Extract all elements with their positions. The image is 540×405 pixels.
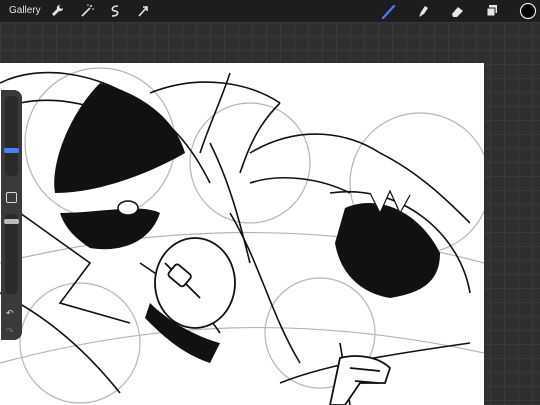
redo-icon[interactable]: ↷ [6,326,14,337]
magic-wand-icon[interactable] [79,3,95,19]
layers-icon[interactable] [484,3,500,19]
smudge-icon[interactable] [414,3,430,19]
brush-sidebar: ↶ ↷ [1,90,22,340]
color-picker-button[interactable] [519,2,537,20]
drawing-canvas[interactable] [0,63,484,405]
brush-size-thumb[interactable] [4,148,19,153]
brush-icon[interactable] [381,3,397,19]
selection-icon[interactable] [107,3,123,19]
undo-icon[interactable]: ↶ [6,308,14,319]
transform-arrow-icon[interactable] [135,3,151,19]
top-toolbar: Gallery [0,0,540,22]
opacity-slider[interactable] [5,214,18,294]
brush-size-slider[interactable] [5,96,18,176]
gallery-button[interactable]: Gallery [9,5,41,16]
opacity-thumb[interactable] [4,219,19,224]
eraser-icon[interactable] [449,3,465,19]
modify-button[interactable] [6,192,17,203]
sketch-artwork [0,67,484,405]
wrench-icon[interactable] [49,3,65,19]
